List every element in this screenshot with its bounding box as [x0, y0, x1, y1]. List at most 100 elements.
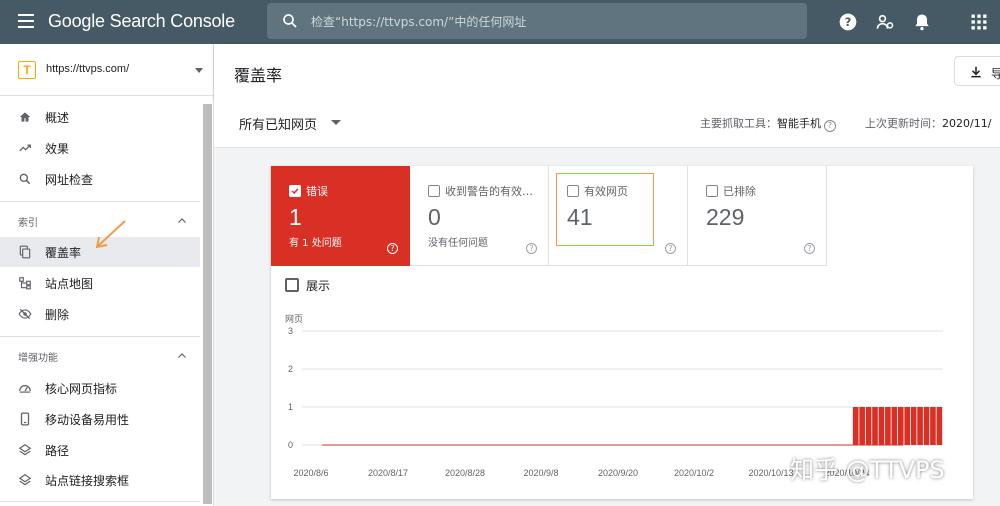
chevron-up-icon [178, 218, 186, 223]
top-bar: Google Search Console 检查“https://ttvps.c… [0, 0, 1000, 44]
sidebar-item-url-inspection[interactable]: 网址检查 [0, 164, 200, 194]
sidebar-item-sitemaps[interactable]: 站点地图 [0, 268, 200, 298]
pages-filter-dropdown[interactable]: 所有已知网页 [239, 114, 317, 133]
crawler-label: 主要抓取工具： [700, 117, 777, 130]
sidebar-item-label: 概述 [45, 111, 70, 125]
sidebar-item-performance[interactable]: 效果 [0, 133, 200, 163]
bar [923, 407, 930, 445]
search-placeholder: 检查“https://ttvps.com/”中的任何网址 [311, 15, 527, 29]
bar [897, 407, 904, 445]
property-selector[interactable]: T https://ttvps.com/ [0, 44, 214, 96]
x-tick-label: 2020/9/8 [523, 468, 558, 478]
tile-valid[interactable]: 有效网页 41 ? [549, 166, 688, 266]
sidebar-item-removals[interactable]: 删除 [0, 299, 200, 329]
checkbox-icon[interactable] [706, 185, 718, 197]
divider [0, 201, 200, 202]
tile-value: 0 [428, 204, 441, 230]
manage-users-icon[interactable] [875, 12, 895, 32]
sidebar-item-sitelinks-searchbox[interactable]: 站点链接搜索框 [0, 465, 200, 495]
property-badge: T [18, 61, 36, 79]
sidebar-item-overview[interactable]: 概述 [0, 102, 200, 132]
sidebar-scrollbar[interactable] [203, 104, 212, 504]
checkbox-icon[interactable] [428, 185, 440, 197]
tile-label: 错误 [306, 185, 328, 198]
x-tick-label: 2020/9/20 [598, 468, 638, 478]
updated-label: 上次更新时间： [865, 117, 942, 130]
search-icon [19, 173, 31, 185]
sidebar-item-label: 移动设备易用性 [45, 413, 130, 427]
y-tick-label: 3 [288, 326, 293, 336]
gauge-icon [19, 385, 31, 393]
x-tick-label: 2020/10/2 [674, 468, 714, 478]
property-url: https://ttvps.com/ [46, 63, 130, 75]
help-icon[interactable]: ? [838, 12, 858, 32]
tile-label: 已排除 [723, 185, 756, 198]
tile-error[interactable]: 错误 1 有 1 处问题 ? [271, 166, 410, 266]
sidebar-item-label: 站点地图 [45, 277, 94, 291]
sidebar-item-label: 路径 [45, 444, 70, 458]
help-icon[interactable]: ? [665, 243, 676, 254]
layers-icon [18, 474, 32, 486]
page-title: 覆盖率 [234, 66, 283, 85]
x-tick-label: 2020/8/17 [368, 468, 408, 478]
layers-icon [18, 444, 32, 456]
y-tick-label: 1 [288, 402, 293, 412]
y-tick-label: 2 [288, 364, 293, 374]
chevron-down-icon [195, 68, 203, 73]
help-icon[interactable]: ? [824, 120, 836, 132]
home-icon [19, 112, 31, 122]
chevron-down-icon[interactable] [331, 120, 341, 125]
search-icon [283, 14, 297, 28]
section-header-enhancements[interactable]: 增强功能 [0, 344, 200, 368]
bar [852, 407, 859, 445]
removal-icon [18, 308, 32, 320]
sidebar-item-label: 网址检查 [45, 173, 94, 187]
chevron-up-icon [178, 353, 186, 358]
svg-text:?: ? [845, 15, 852, 29]
sidebar-item-label: 效果 [45, 142, 70, 156]
crawler-value: 智能手机 [777, 117, 821, 130]
bar [891, 407, 898, 445]
updated-value: 2020/11/ [942, 117, 992, 130]
bar [885, 407, 891, 445]
tile-valid-with-warnings[interactable]: 收到警告的有效… 0 没有任何问题 ? [410, 166, 549, 266]
export-button[interactable]: 导 [954, 56, 1000, 86]
sidebar-item-core-web-vitals[interactable]: 核心网页指标 [0, 373, 200, 403]
checkbox-checked-icon[interactable] [289, 185, 301, 197]
tile-label: 有效网页 [584, 185, 628, 198]
help-icon[interactable]: ? [804, 243, 815, 254]
bell-icon[interactable] [912, 12, 932, 32]
y-tick-label: 0 [288, 440, 293, 450]
help-icon[interactable]: ? [526, 243, 537, 254]
section-title: 增强功能 [18, 353, 58, 364]
checkbox-icon[interactable] [567, 185, 579, 197]
sidebar-item-mobile-usability[interactable]: 移动设备易用性 [0, 404, 200, 434]
bar [859, 407, 865, 445]
tile-label: 收到警告的有效… [445, 185, 533, 198]
bar [936, 407, 943, 445]
show-table-checkbox[interactable] [285, 278, 299, 292]
tile-subtitle: 有 1 处问题 [289, 238, 342, 249]
show-label: 展示 [306, 279, 331, 293]
bar [872, 407, 878, 445]
help-icon[interactable]: ? [387, 243, 398, 254]
divider [0, 501, 200, 502]
sitemap-icon [19, 277, 31, 290]
sidebar-item-label: 覆盖率 [45, 246, 82, 260]
tile-subtitle: 没有任何问题 [428, 238, 488, 249]
menu-icon[interactable] [18, 14, 34, 28]
bar [910, 407, 917, 445]
last-updated: 上次更新时间：2020/11/ [865, 115, 991, 131]
apps-grid-icon[interactable] [969, 12, 989, 32]
bar [904, 407, 911, 445]
x-tick-label: 2020/10/13 [748, 468, 793, 478]
sidebar-item-label: 删除 [45, 308, 70, 322]
app-title[interactable]: Google Search Console [48, 11, 235, 32]
bar [878, 407, 885, 445]
download-icon [971, 66, 981, 78]
tile-value: 41 [567, 204, 593, 230]
tile-excluded[interactable]: 已排除 229 ? [688, 166, 827, 266]
sidebar-item-breadcrumbs[interactable]: 路径 [0, 435, 200, 465]
annotation-arrow [95, 220, 126, 249]
search-input[interactable]: 检查“https://ttvps.com/”中的任何网址 [267, 3, 807, 39]
